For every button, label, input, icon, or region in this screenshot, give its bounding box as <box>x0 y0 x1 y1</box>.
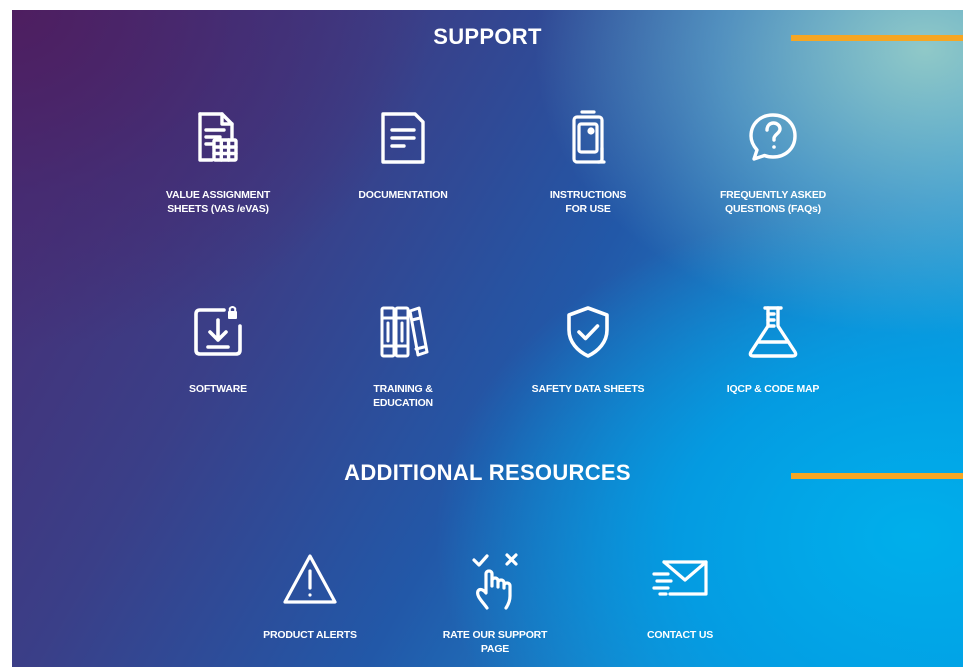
books-icon <box>373 302 433 362</box>
shield-check-icon <box>558 302 618 362</box>
tile-label: CONTACT US <box>646 629 714 641</box>
envelope-icon <box>650 550 710 610</box>
tile-label: SOFTWARE <box>189 383 247 395</box>
tile-label: FREQUENTLY ASKED QUESTIONS (FAQs) <box>719 189 827 215</box>
tile-label: INSTRUCTIONS FOR USE <box>549 189 627 215</box>
accent-bar <box>791 473 963 479</box>
flask-icon <box>743 302 803 362</box>
tile-label: IQCP & CODE MAP <box>726 383 820 395</box>
document-icon <box>373 108 433 168</box>
warning-triangle-icon <box>280 550 340 610</box>
tap-rate-icon <box>465 550 525 610</box>
instructions-clipboard-icon <box>558 108 618 168</box>
tile-label: DOCUMENTATION <box>358 189 448 201</box>
accent-bar <box>791 35 963 41</box>
download-locked-icon <box>188 302 248 362</box>
tile-label: VALUE ASSIGNMENT SHEETS (VAS /eVAS) <box>165 189 271 215</box>
tile-label: PRODUCT ALERTS <box>263 629 357 641</box>
question-bubble-icon <box>743 108 803 168</box>
tile-label: SAFETY DATA SHEETS <box>531 383 645 395</box>
support-panel: SUPPORT VALUE ASSIGNMENT SHEETS (VAS /eV… <box>12 10 963 667</box>
spreadsheet-document-icon <box>188 108 248 168</box>
tile-label: RATE OUR SUPPORT PAGE <box>442 629 548 655</box>
tile-label: TRAINING & EDUCATION <box>373 383 433 409</box>
